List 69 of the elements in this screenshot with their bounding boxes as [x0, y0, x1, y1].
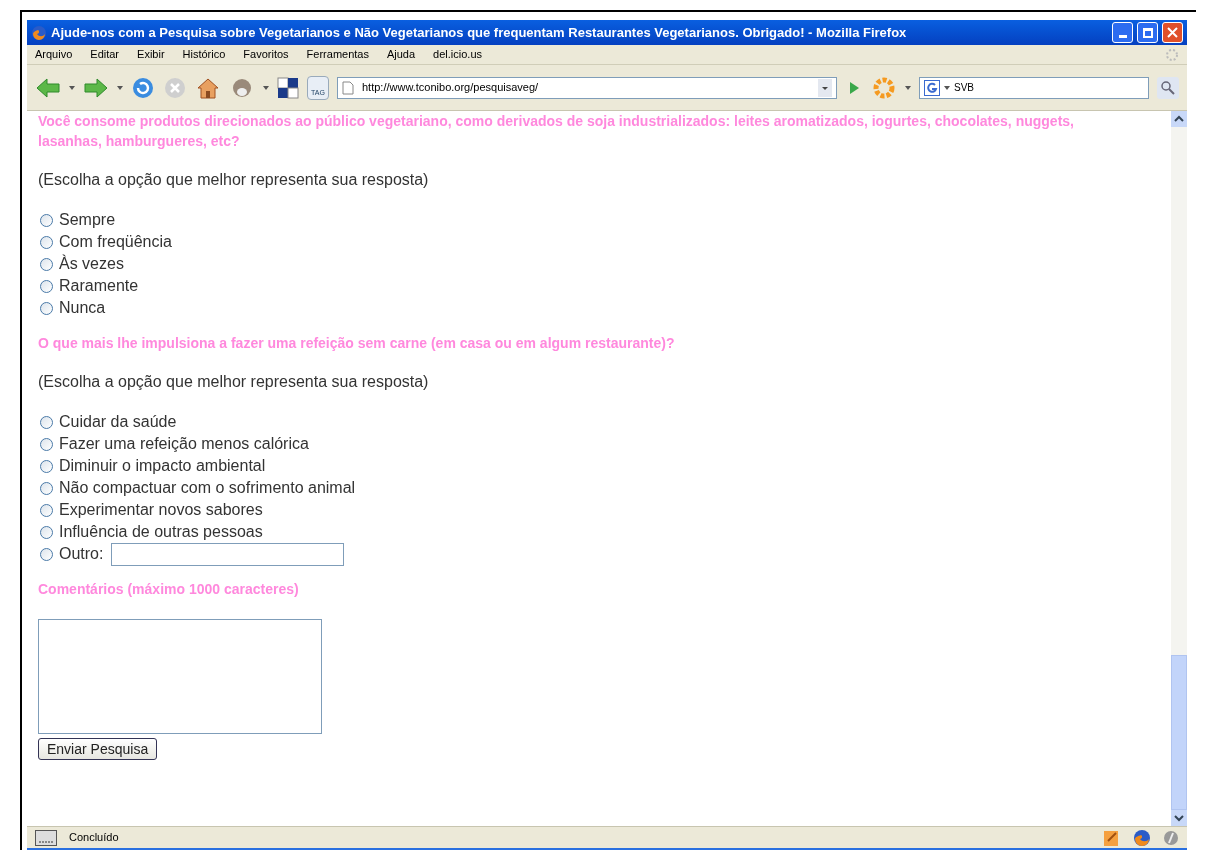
option-label: Fazer uma refeição menos calórica [59, 434, 309, 454]
radio-button[interactable] [40, 213, 53, 227]
reload-icon[interactable] [131, 75, 155, 100]
status-icon [35, 829, 57, 846]
menu-item[interactable]: Histórico [182, 46, 226, 63]
radio-button[interactable] [40, 525, 53, 539]
scroll-up-icon[interactable] [1171, 111, 1187, 127]
menu-item[interactable]: Editar [90, 46, 120, 63]
forward-arrow-icon[interactable] [83, 75, 109, 100]
scroll-thumb[interactable] [1171, 655, 1187, 810]
text-input-field[interactable] [111, 542, 345, 566]
menu-item[interactable]: Ajuda [386, 46, 416, 63]
window-title: Ajude-nos com a Pesquisa sobre Vegetarianos e Não Vegetarianos que frequentam Restaurantes Vegetarianos. Obrigado! - Mozilla Firefox [51, 23, 908, 42]
radio-button[interactable] [40, 235, 53, 249]
option-label: Diminuir o impacto ambiental [59, 456, 266, 476]
option-label: Cuidar da saúde [59, 412, 177, 432]
radio-button[interactable] [40, 301, 53, 315]
radio-button[interactable] [40, 257, 53, 271]
search-field[interactable]: SVB [919, 76, 1149, 99]
comment-text-area[interactable] [38, 619, 322, 734]
menu-item[interactable]: del.icio.us [433, 46, 483, 63]
url-text: http://www.tconibo.org/pesquisaveg/ [362, 80, 540, 96]
caret-icon[interactable] [905, 85, 911, 90]
option-label: Influência de outras pessoas [59, 522, 263, 542]
throbber-icon [1165, 47, 1179, 62]
radio-button[interactable] [40, 279, 53, 293]
instruction-text: (Escolha a opção que melhor representa sua resposta) [38, 170, 430, 190]
caret-icon[interactable] [263, 85, 269, 90]
option-label: Não compactuar com o sofrimento animal [59, 478, 356, 498]
option-label: Sempre [59, 210, 116, 230]
menu-item[interactable]: Arquivo [35, 46, 73, 63]
question-title: Você consome produtos direcionados ao público vegetariano, como derivados de soja industrializados: leites aromatizados, iogurtes, chocolates, nuggets, lasanhas, hamburgueres, etc? [38, 112, 1075, 151]
back-arrow-icon[interactable] [35, 75, 61, 100]
radio-button[interactable] [40, 503, 53, 517]
scroll-down-icon[interactable] [1171, 810, 1187, 826]
option-label: Outro: [59, 544, 104, 564]
radio-button[interactable] [40, 437, 53, 451]
option-label: Nunca [59, 298, 106, 318]
submit-button[interactable]: Enviar Pesquisa [38, 738, 158, 760]
caret-icon[interactable] [117, 85, 123, 90]
minimize-button[interactable] [1112, 22, 1133, 43]
menu-item[interactable]: Favoritos [243, 46, 289, 63]
search-icon[interactable] [1157, 76, 1179, 99]
instruction-text: (Escolha a opção que melhor representa sua resposta) [38, 372, 430, 392]
question-title: Comentários (máximo 1000 caracteres) [38, 580, 300, 599]
menu-item[interactable]: Ferramentas [306, 46, 369, 63]
google-icon[interactable] [924, 79, 940, 96]
question-title: O que mais lhe impulsiona a fazer uma refeição sem carne (em casa ou em algum restaurante)? [38, 334, 676, 353]
option-label: Às vezes [59, 253, 124, 274]
status-text: Concluído [69, 830, 120, 846]
restore-button[interactable] [1137, 22, 1158, 43]
close-button[interactable] [1162, 22, 1183, 43]
scrollbar[interactable] [1171, 111, 1187, 826]
caret-icon[interactable] [69, 85, 75, 90]
caret-icon[interactable] [944, 85, 950, 90]
search-text: SVB [954, 81, 975, 95]
option-label: Com freqüência [59, 232, 172, 252]
radio-button[interactable] [40, 547, 53, 561]
menu-item[interactable]: Exibir [137, 46, 165, 63]
notepad-icon[interactable] [1103, 828, 1121, 847]
option-label: Experimentar novos sabores [59, 500, 263, 520]
close-icon [1167, 27, 1178, 38]
page-icon [342, 80, 354, 95]
radio-button[interactable] [40, 415, 53, 429]
option-label: Raramente [59, 276, 139, 296]
radio-button[interactable] [40, 459, 53, 473]
radio-button[interactable] [40, 481, 53, 495]
grid-icon[interactable] [277, 76, 299, 99]
address-field[interactable]: http://www.tconibo.org/pesquisaveg/ [337, 76, 837, 99]
